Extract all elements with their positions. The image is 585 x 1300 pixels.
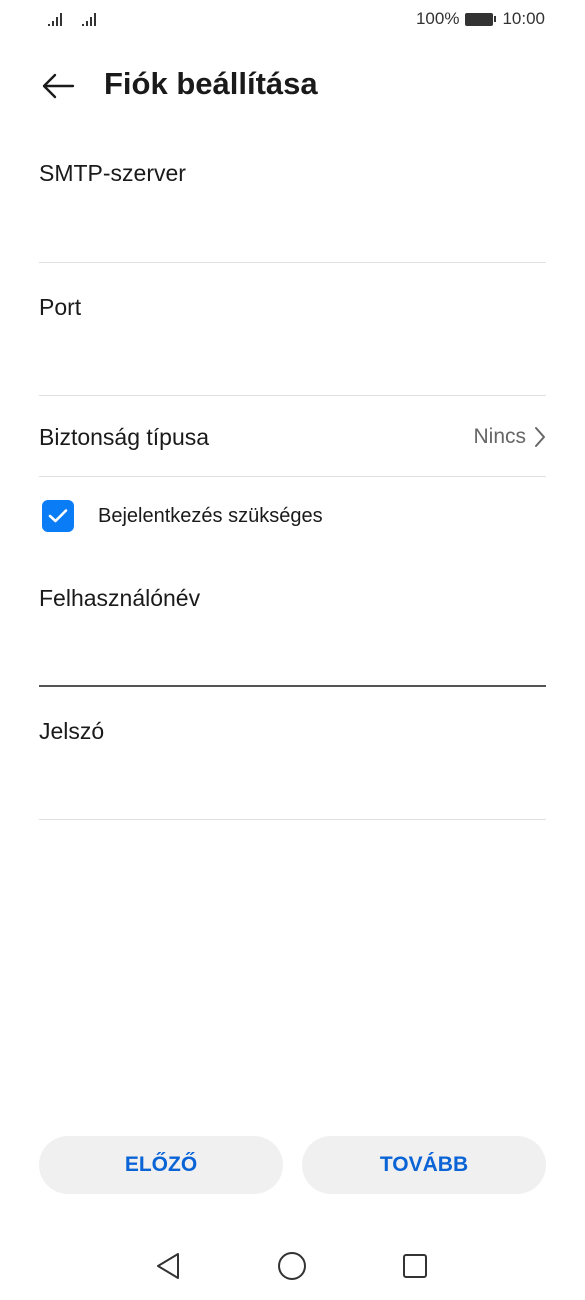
divider bbox=[39, 395, 546, 396]
arrow-left-icon bbox=[42, 73, 75, 99]
password-input[interactable] bbox=[39, 767, 546, 807]
signal-strength-icon bbox=[48, 10, 62, 26]
username-field: Felhasználónév bbox=[39, 585, 546, 674]
divider bbox=[39, 819, 546, 820]
divider bbox=[39, 262, 546, 263]
security-type-value: Nincs bbox=[473, 425, 526, 448]
port-input[interactable] bbox=[39, 343, 546, 383]
nav-recent-button[interactable] bbox=[395, 1246, 435, 1286]
nav-back-button[interactable] bbox=[148, 1246, 188, 1286]
password-field: Jelszó bbox=[39, 718, 546, 807]
smtp-server-input[interactable] bbox=[39, 209, 546, 249]
divider bbox=[39, 476, 546, 477]
divider-focused bbox=[39, 685, 546, 687]
nav-home-button[interactable] bbox=[272, 1246, 312, 1286]
security-type-label: Biztonság típusa bbox=[39, 423, 210, 450]
login-required-checkbox-row[interactable]: Bejelentkezés szükséges bbox=[42, 500, 323, 532]
system-nav-bar bbox=[0, 1236, 585, 1296]
login-required-checkbox[interactable] bbox=[42, 500, 74, 532]
chevron-right-icon bbox=[535, 427, 545, 447]
clock: 10:00 bbox=[502, 9, 545, 28]
battery-percent: 100% bbox=[415, 9, 460, 28]
password-label: Jelszó bbox=[39, 718, 105, 744]
username-label: Felhasználónév bbox=[39, 585, 201, 611]
triangle-back-icon bbox=[157, 1253, 179, 1279]
app-header: Fiók beállítása bbox=[0, 60, 585, 112]
circle-home-icon bbox=[278, 1252, 306, 1280]
square-recent-icon bbox=[403, 1254, 427, 1278]
previous-button[interactable]: ELŐZŐ bbox=[39, 1136, 283, 1194]
username-input[interactable] bbox=[39, 634, 546, 674]
security-type-row[interactable]: Biztonság típusa Nincs bbox=[39, 400, 546, 474]
login-required-label: Bejelentkezés szükséges bbox=[98, 504, 323, 527]
back-button[interactable] bbox=[38, 70, 78, 102]
next-button[interactable]: TOVÁBB bbox=[302, 1136, 546, 1194]
checkmark-icon bbox=[48, 509, 68, 523]
smtp-server-label: SMTP-szerver bbox=[39, 160, 186, 186]
port-label: Port bbox=[39, 294, 82, 320]
signal-strength-icon bbox=[82, 10, 96, 26]
page-title: Fiók beállítása bbox=[104, 66, 318, 101]
battery-icon bbox=[465, 12, 497, 26]
status-bar: 100% 10:00 bbox=[0, 0, 585, 40]
smtp-server-field: SMTP-szerver bbox=[39, 160, 546, 249]
port-field: Port bbox=[39, 294, 546, 383]
